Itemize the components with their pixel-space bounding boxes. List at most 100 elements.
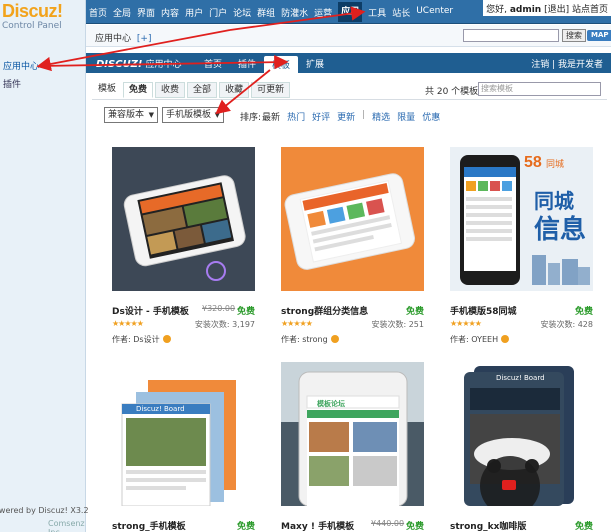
template-thumbnail[interactable]: 模板论坛 bbox=[281, 362, 424, 506]
app-center-screen: Discuz! Control Panel 应用中心 插件 owered by … bbox=[0, 0, 611, 532]
thumb-board-header: Discuz! Board bbox=[496, 374, 545, 382]
template-title[interactable]: strong_手机模板 bbox=[112, 519, 186, 532]
sort-updated[interactable]: 更新 bbox=[337, 110, 355, 123]
template-card[interactable]: 58 同城 同城 信息 手机模版58同城 免费 ★★★★★ 安装次数: 428 … bbox=[450, 147, 593, 347]
template-free-badge: 免费 bbox=[574, 522, 593, 532]
tab-templates-label: 模板 bbox=[98, 82, 122, 98]
verified-icon bbox=[330, 335, 339, 343]
topnav-portal[interactable]: 门户 bbox=[209, 6, 227, 22]
type-select-value: 手机版模板 bbox=[166, 110, 212, 120]
sidebar-item-plugins[interactable]: 插件 bbox=[3, 77, 21, 90]
filter-featured[interactable]: 精选 bbox=[372, 110, 390, 123]
template-title[interactable]: Ds设计 - 手机模板 bbox=[112, 304, 189, 317]
admin-search-input[interactable] bbox=[463, 29, 559, 42]
template-free-badge: 免费 bbox=[574, 307, 593, 317]
template-card[interactable]: Discuz! Board strong_kx咖啡版 免费 bbox=[450, 362, 593, 532]
total-count: 共 20 个模板 bbox=[425, 87, 479, 97]
app-center-brand-logo: DISCUZ! bbox=[96, 59, 143, 70]
version-select[interactable]: 兼容版本 ▼ bbox=[104, 107, 158, 123]
filter-discount[interactable]: 优惠 bbox=[422, 110, 440, 123]
template-title[interactable]: 手机模版58同城 bbox=[450, 304, 517, 317]
tab-updatable[interactable]: 可更新 bbox=[251, 82, 291, 98]
map-button[interactable]: MAP bbox=[587, 30, 611, 41]
sort-hot[interactable]: 热门 bbox=[287, 110, 305, 123]
template-search-input[interactable]: 搜索模板 bbox=[478, 82, 601, 96]
username: admin bbox=[509, 5, 542, 15]
topnav-forum[interactable]: 论坛 bbox=[233, 6, 251, 22]
app-center-account-links[interactable]: 注销 | 我是开发者 bbox=[531, 57, 603, 70]
topnav-tools[interactable]: 工具 bbox=[368, 6, 386, 22]
tab-free[interactable]: 免费 bbox=[123, 82, 154, 98]
logout-link[interactable]: [退出] bbox=[544, 5, 569, 15]
topnav-interface[interactable]: 界面 bbox=[137, 6, 155, 22]
template-thumbnail[interactable]: Discuz! Board bbox=[450, 362, 593, 506]
template-thumbnail[interactable]: 58 同城 同城 信息 bbox=[450, 147, 593, 291]
topnav-content[interactable]: 内容 bbox=[161, 6, 179, 22]
site-home-link[interactable]: 站点首页 bbox=[572, 5, 608, 15]
app-center-nav: 首页 插件 模板 扩展 bbox=[196, 53, 332, 73]
filter-limited[interactable]: 限量 bbox=[397, 110, 415, 123]
topnav-global[interactable]: 全局 bbox=[113, 6, 131, 22]
divider bbox=[92, 99, 607, 100]
logo-subtitle: Control Panel bbox=[2, 21, 62, 31]
thumb-forum-header: 模板论坛 bbox=[317, 400, 345, 408]
app-nav-extensions[interactable]: 扩展 bbox=[298, 53, 332, 73]
app-center-bar: DISCUZ! 应用中心 首页 插件 模板 扩展 注销 | 我是开发者 bbox=[86, 53, 611, 73]
template-author: 作者: Ds设计 bbox=[112, 334, 171, 345]
rating-stars: ★★★★★ bbox=[281, 319, 313, 328]
template-author: 作者: OYEEH bbox=[450, 334, 510, 345]
discuz-logo: Discuz! bbox=[2, 1, 63, 21]
sidebar-item-app-center[interactable]: 应用中心 bbox=[3, 59, 39, 72]
template-title[interactable]: Maxy ! 手机模板 bbox=[281, 519, 354, 532]
template-free-badge: 免费 bbox=[405, 307, 424, 317]
app-center-brand-sub: 应用中心 bbox=[145, 60, 182, 70]
install-count: 安装次数: 251 bbox=[371, 320, 424, 329]
template-author-text: 作者: strong bbox=[281, 335, 328, 344]
topnav-webmaster[interactable]: 站长 bbox=[392, 6, 410, 22]
top-nav: 首页 全局 界面 内容 用户 门户 论坛 群组 防灌水 运营 应用 工具 站长 … bbox=[89, 2, 459, 22]
breadcrumb: 应用中心 [+] bbox=[95, 31, 151, 44]
thumb-headline-2: 信息 bbox=[534, 215, 587, 245]
template-title[interactable]: strong_kx咖啡版 bbox=[450, 519, 526, 532]
brand-58-logo: 58 bbox=[524, 154, 542, 171]
powered-by-text: owered by Discuz! X3.2 bbox=[0, 506, 89, 515]
topnav-groups[interactable]: 群组 bbox=[257, 6, 275, 22]
tab-paid[interactable]: 收费 bbox=[155, 82, 186, 98]
topnav-antispam[interactable]: 防灌水 bbox=[281, 6, 308, 22]
app-nav-plugins[interactable]: 插件 bbox=[230, 53, 264, 73]
company-link[interactable]: Comsenz Inc. bbox=[48, 519, 85, 532]
sort-newest[interactable]: 最新 bbox=[262, 110, 280, 123]
template-author: 作者: strong bbox=[281, 334, 339, 345]
app-nav-templates[interactable]: 模板 bbox=[264, 56, 299, 73]
template-card[interactable]: strong群组分类信息 免费 ★★★★★ 安装次数: 251 作者: stro… bbox=[281, 147, 424, 347]
tab-all[interactable]: 全部 bbox=[187, 82, 218, 98]
template-card[interactable]: Discuz! Board strong_手机模板 免费 bbox=[112, 362, 255, 532]
greeting-text: 您好, bbox=[486, 5, 507, 15]
template-card[interactable]: 模板论坛 Maxy ! 手机模板 ¥440.00 免费 bbox=[281, 362, 424, 532]
user-info: 您好, admin [退出] 站点首页 bbox=[483, 0, 611, 16]
type-select[interactable]: 手机版模板 ▼ bbox=[162, 107, 224, 123]
template-free-badge: 免费 bbox=[236, 307, 255, 317]
template-card[interactable]: Ds设计 - 手机模板 ¥320.00 免费 ★★★★★ 安装次数: 3,197… bbox=[112, 147, 255, 347]
sort-rating[interactable]: 好评 bbox=[312, 110, 330, 123]
template-title[interactable]: strong群组分类信息 bbox=[281, 304, 368, 317]
thumb-board-header: Discuz! Board bbox=[136, 405, 185, 413]
template-thumbnail[interactable] bbox=[112, 147, 255, 291]
tab-favorites[interactable]: 收藏 bbox=[219, 82, 250, 98]
top-navigation-bar: 首页 全局 界面 内容 用户 门户 论坛 群组 防灌水 运营 应用 工具 站长 … bbox=[86, 0, 611, 24]
app-nav-home[interactable]: 首页 bbox=[196, 53, 230, 73]
add-shortcut-link[interactable]: [+] bbox=[137, 34, 152, 44]
topnav-users[interactable]: 用户 bbox=[185, 6, 203, 22]
template-author-text: 作者: Ds设计 bbox=[112, 335, 160, 344]
breadcrumb-bar: 应用中心 [+] 搜索 MAP bbox=[86, 25, 611, 47]
template-thumbnail[interactable] bbox=[281, 147, 424, 291]
topnav-ucenter[interactable]: UCenter bbox=[416, 6, 453, 22]
topnav-apps[interactable]: 应用 bbox=[338, 2, 363, 22]
topnav-operations[interactable]: 运营 bbox=[314, 6, 332, 22]
admin-search-button[interactable]: 搜索 bbox=[562, 29, 586, 42]
template-thumbnail[interactable]: Discuz! Board bbox=[112, 362, 255, 506]
topnav-home[interactable]: 首页 bbox=[89, 6, 107, 22]
verified-icon bbox=[501, 335, 510, 343]
brand-58-sub: 同城 bbox=[546, 160, 565, 170]
install-count: 安装次数: 3,197 bbox=[194, 320, 255, 329]
